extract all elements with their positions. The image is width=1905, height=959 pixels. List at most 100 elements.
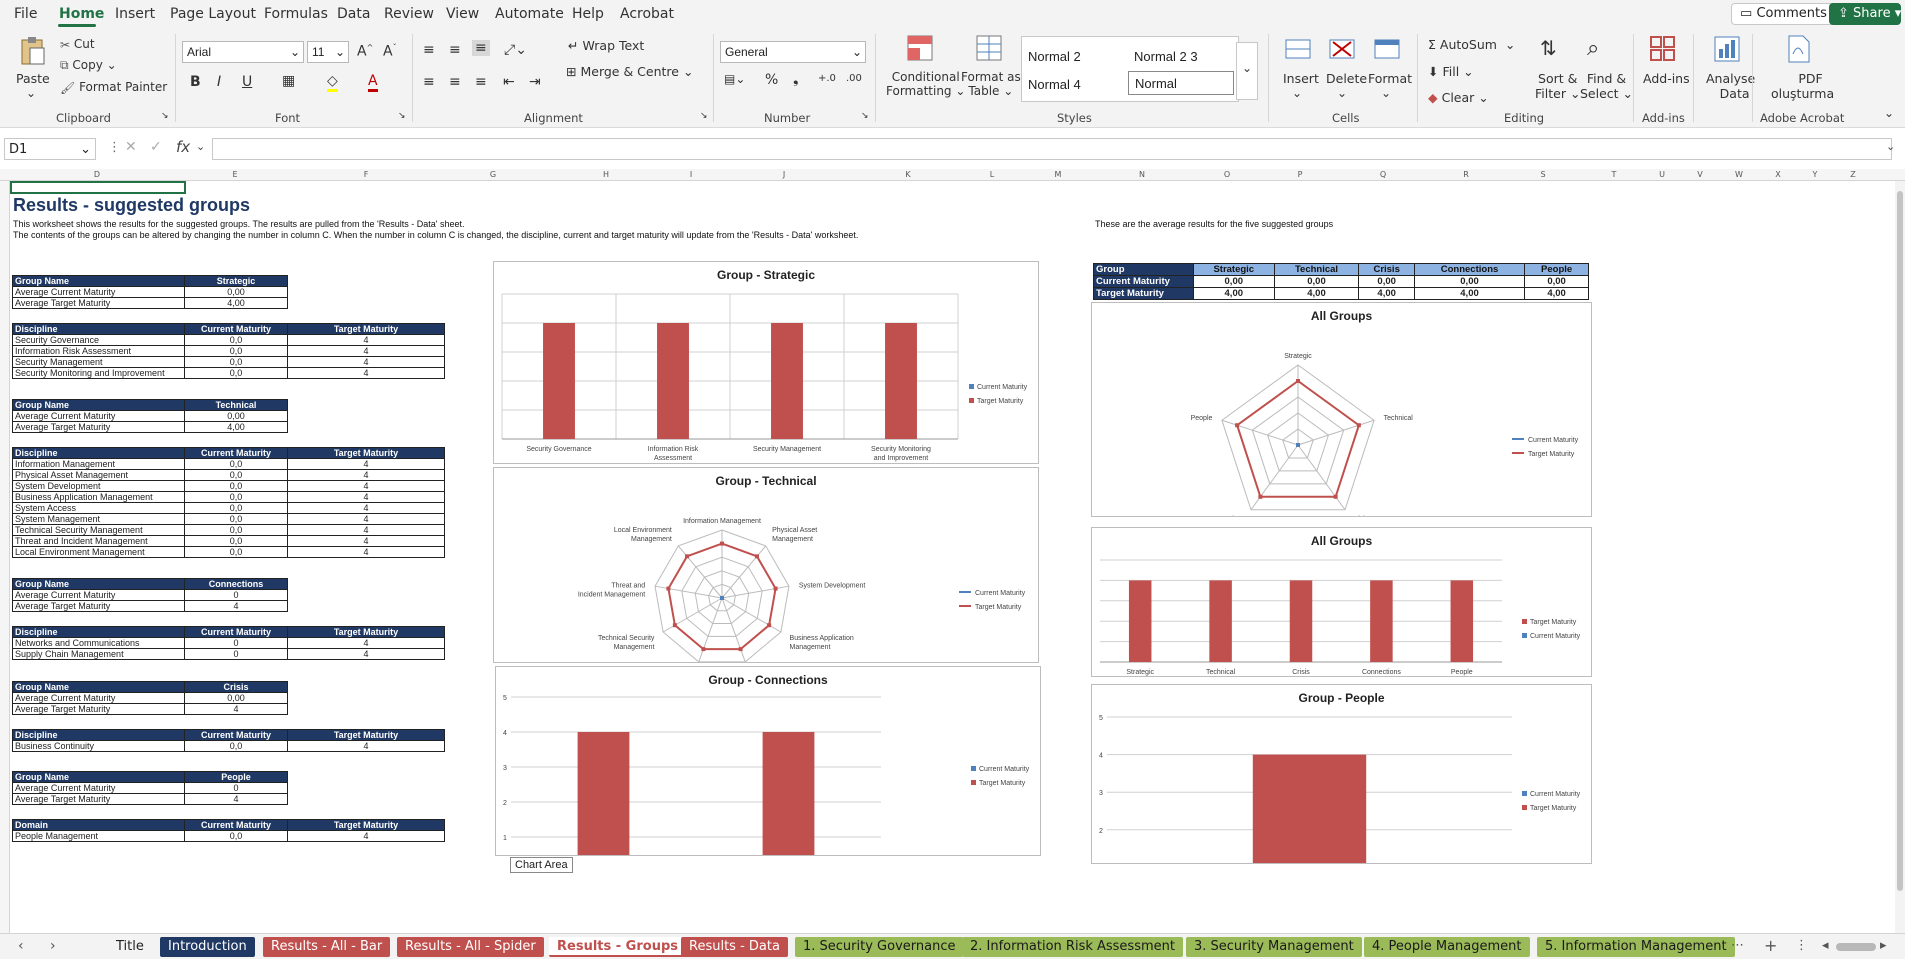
discipline-name[interactable]: Information Management (12, 458, 185, 470)
chart-all-groups-radar[interactable]: All GroupsStrategicTechnicalCrisisConnec… (1091, 302, 1592, 517)
format-painter-button[interactable]: 🖌 Format Painter (60, 80, 167, 95)
current-maturity-value[interactable]: 0,0 (184, 524, 288, 536)
radar-point[interactable] (720, 541, 724, 546)
radar-point[interactable] (1296, 379, 1300, 383)
merge-centre-button[interactable]: ⊞ Merge & Centre ⌄ (566, 64, 693, 79)
group-discipline-table[interactable]: Discipline Current Maturity Target Maturit… (12, 729, 445, 752)
addins-button[interactable]: Add-ins (1643, 71, 1690, 86)
discipline-name[interactable]: Information Risk Assessment (12, 345, 185, 357)
group-summary-table[interactable]: Group Name People Average Current Maturit… (12, 771, 288, 805)
style-normal[interactable]: Normal (1128, 71, 1234, 95)
bar[interactable] (1370, 580, 1393, 662)
radar-point[interactable] (1296, 443, 1300, 447)
avg-target-value[interactable]: 4 (184, 600, 288, 612)
increase-font-icon[interactable]: A^ (357, 43, 373, 60)
discipline-name[interactable]: Technical Security Management (12, 524, 185, 536)
discipline-name[interactable]: People Management (12, 830, 185, 842)
paste-dropdown-icon[interactable]: ⌄ (26, 86, 36, 100)
style-normal-4[interactable]: Normal 4 (1028, 77, 1081, 92)
average-results-table[interactable]: Group Strategic Technical Crisis Connections… (1093, 263, 1589, 300)
align-right-icon[interactable]: ≡ (475, 74, 487, 90)
pdf-create-button[interactable]: PDF oluşturma (1771, 71, 1834, 101)
discipline-name[interactable]: Local Environment Management (12, 546, 185, 558)
radar-point[interactable] (1333, 494, 1338, 499)
bar[interactable] (543, 323, 575, 439)
current-maturity-value[interactable]: 0,0 (184, 740, 288, 752)
target-maturity-value[interactable]: 4 (287, 740, 445, 752)
avg-current-value[interactable]: 0,00 (184, 286, 288, 298)
number-format-select[interactable]: General ⌄ (720, 41, 866, 63)
align-bottom-icon[interactable]: ≡ (472, 40, 490, 56)
conditional-formatting-button[interactable]: Conditional Formatting ⌄ (886, 70, 965, 98)
target-maturity-value[interactable]: 4 (287, 637, 445, 649)
chart-group-people[interactable]: Group - People2345People ManagementCurre… (1091, 684, 1592, 864)
current-maturity-value[interactable]: 0,0 (184, 345, 288, 357)
column-header[interactable]: J (783, 170, 785, 179)
collapse-ribbon-icon[interactable]: ⌄ (1884, 106, 1894, 120)
sheet-tab[interactable]: Introduction (160, 937, 255, 957)
alignment-launcher-icon[interactable]: ↘ (700, 111, 708, 121)
align-middle-icon[interactable]: ≡ (449, 42, 461, 58)
current-maturity-value[interactable]: 0,0 (184, 830, 288, 842)
group-discipline-table[interactable]: Discipline Current Maturity Target Maturit… (12, 323, 445, 379)
avg-target-value[interactable]: 4 (184, 703, 288, 715)
sheet-tab[interactable]: 3. Security Management (1186, 937, 1362, 957)
cancel-icon[interactable]: ✕ (125, 139, 137, 155)
radar-point[interactable] (666, 586, 671, 591)
find-select-button[interactable]: Find & Select ⌄ (1580, 71, 1633, 101)
menu-help[interactable]: Help (572, 6, 604, 22)
bar[interactable] (1209, 580, 1232, 662)
paste-button[interactable]: Paste (16, 71, 50, 86)
chart-all-groups-bar[interactable]: All Groups Strategic Technical Crisis Connec… (1091, 527, 1592, 677)
underline-icon[interactable]: U (242, 74, 252, 90)
column-header[interactable]: P (1298, 170, 1303, 179)
bar[interactable] (771, 323, 803, 439)
column-header[interactable]: M (1055, 170, 1062, 179)
target-maturity-value[interactable]: 4 (287, 491, 445, 503)
accounting-icon[interactable]: ▤⌄ (724, 72, 745, 86)
tab-scroll-left-icon[interactable]: ‹ (18, 938, 24, 954)
align-left-icon[interactable]: ≡ (423, 74, 435, 90)
menu-insert[interactable]: Insert (115, 6, 155, 22)
share-button[interactable]: ⇪ Share ▾ (1829, 3, 1901, 25)
hscroll-right-icon[interactable]: ▸ (1880, 938, 1887, 953)
sort-filter-button[interactable]: Sort & Filter ⌄ (1535, 71, 1580, 101)
column-header[interactable]: K (905, 170, 910, 179)
radar-point[interactable] (738, 647, 743, 652)
font-color-icon[interactable]: A (368, 73, 378, 92)
column-header[interactable]: L (990, 170, 994, 179)
avg-target-value[interactable]: 4,00 (1273, 287, 1360, 300)
group-discipline-table[interactable]: Discipline Current Maturity Target Maturit… (12, 447, 445, 558)
chevron-down-icon[interactable]: ⌄ (196, 140, 205, 153)
current-maturity-value[interactable]: 0 (184, 648, 288, 660)
radar-point[interactable] (1258, 494, 1263, 499)
radar-point[interactable] (773, 586, 778, 591)
chevron-down-icon[interactable]: ⌄ (1381, 86, 1391, 100)
avg-target-value[interactable]: 4 (184, 793, 288, 805)
formula-input[interactable] (212, 138, 1892, 160)
more-sheets-icon[interactable]: ⋯ (1731, 938, 1744, 953)
current-maturity-value[interactable]: 0 (184, 637, 288, 649)
align-top-icon[interactable]: ≡ (423, 42, 435, 58)
bar[interactable] (1252, 754, 1367, 863)
borders-icon[interactable]: ▦ (282, 73, 295, 89)
hscroll-left-icon[interactable]: ◂ (1822, 938, 1829, 953)
avg-current-value[interactable]: 0,00 (1413, 275, 1526, 288)
tab-scroll-right-icon[interactable]: › (50, 938, 56, 954)
discipline-name[interactable]: Business Continuity (12, 740, 185, 752)
align-center-icon[interactable]: ≡ (449, 74, 461, 90)
increase-decimal-icon[interactable]: +.0 (818, 73, 836, 84)
column-header[interactable]: W (1735, 170, 1743, 179)
radar-point[interactable] (701, 647, 706, 652)
column-header[interactable]: D (94, 170, 100, 179)
style-normal-2-3[interactable]: Normal 2 3 (1134, 49, 1198, 64)
discipline-name[interactable]: Security Management (12, 356, 185, 368)
new-sheet-icon[interactable]: + (1764, 936, 1777, 955)
comma-icon[interactable]: ❟ (793, 71, 799, 87)
fill-button[interactable]: ⬇ Fill ⌄ (1428, 64, 1474, 79)
column-header[interactable]: S (1540, 170, 1545, 179)
copy-button[interactable]: ⧉ Copy ⌄ (60, 58, 117, 73)
decrease-decimal-icon[interactable]: .00 (846, 73, 862, 84)
avg-current-value[interactable]: 0,00 (184, 692, 288, 704)
radar-point[interactable] (672, 623, 677, 628)
